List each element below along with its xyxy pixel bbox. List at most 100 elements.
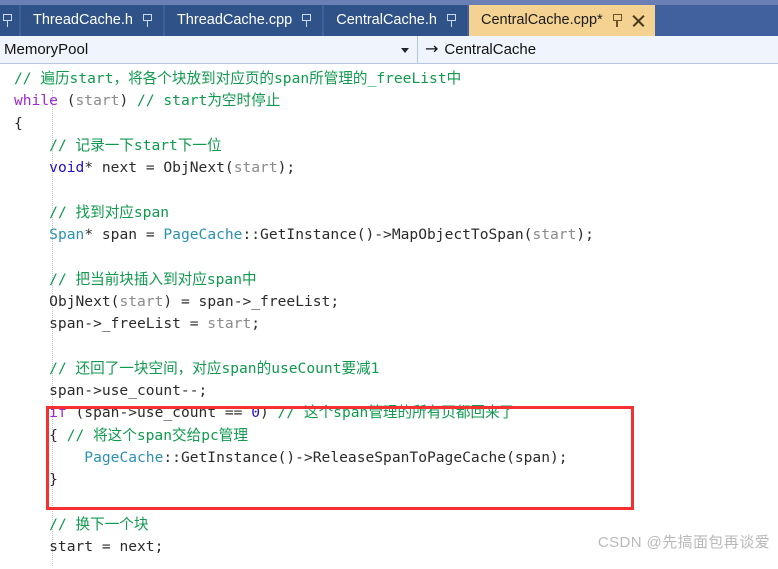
code-token: // 还回了一块空间，对应span的useCount要减1	[49, 359, 380, 377]
code-token: // 把当前块插入到对应span中	[49, 270, 257, 288]
arrow-right-icon: →	[425, 39, 439, 58]
code-line: if (span->use_count == 0) // 这个span管理的所有…	[0, 402, 778, 424]
code-token: GetInstance	[260, 226, 357, 244]
code-line: }	[0, 469, 778, 491]
code-token: (	[57, 92, 76, 110]
code-token: // 将这个span交给pc管理	[66, 426, 248, 444]
code-token: ObjNext	[49, 292, 111, 310]
code-token: // 遍历start，将各个块放到对应页的span所管理的_freeList中	[14, 70, 462, 87]
code-token: start	[532, 226, 577, 244]
code-token: next	[119, 538, 155, 556]
tab-list: ThreadCache.h ThreadCache.cpp CentralCache…	[0, 0, 655, 36]
code-line: // 找到对应span	[0, 202, 778, 224]
code-token: span->_freeList =	[14, 315, 208, 333]
navigation-bar: MemoryPool → CentralCache	[0, 36, 778, 64]
scope-dropdown-label: MemoryPool	[4, 41, 89, 58]
pin-icon[interactable]	[612, 14, 623, 27]
member-dropdown[interactable]: → CentralCache	[418, 36, 778, 63]
code-token: Span	[49, 226, 85, 244]
code-token: ObjNext	[163, 159, 225, 177]
code-token: PageCache	[163, 226, 243, 244]
code-token: start	[207, 315, 252, 333]
code-token: start	[119, 292, 164, 310]
chevron-down-icon[interactable]	[401, 47, 409, 53]
code-line: // 还回了一块空间，对应span的useCount要减1	[0, 358, 778, 380]
code-token: ::	[242, 226, 261, 244]
code-token: while	[14, 92, 58, 110]
code-token: }	[14, 471, 58, 489]
pin-icon[interactable]	[301, 14, 312, 27]
code-line: span->_freeList = start;	[0, 313, 778, 335]
code-token: MapObjectToSpan	[391, 226, 524, 244]
code-line: // 记录一下start下一位	[0, 135, 778, 157]
code-token: * span =	[84, 226, 164, 244]
code-token: ()->	[277, 449, 313, 467]
tab-label: ThreadCache.h	[33, 11, 133, 28]
code-token: (span->use_count ==	[66, 404, 252, 422]
code-token: ) = span->_freeList;	[163, 292, 340, 310]
code-text[interactable]: // 遍历start，将各个块放到对应页的span所管理的_freeList中w…	[0, 64, 778, 559]
tab-centralcache-cpp[interactable]: CentralCache.cpp*	[468, 5, 655, 36]
pin-icon[interactable]	[446, 14, 457, 27]
code-token: ::	[163, 449, 181, 467]
tab-threadcache-cpp[interactable]: ThreadCache.cpp	[164, 5, 323, 36]
tab-label: CentralCache.cpp*	[480, 11, 603, 28]
code-token: start	[233, 159, 278, 177]
code-token: )	[260, 404, 278, 422]
member-dropdown-label: CentralCache	[444, 41, 537, 58]
code-line: {	[0, 113, 778, 135]
code-editor-surface[interactable]: // 遍历start，将各个块放到对应页的span所管理的_freeList中w…	[0, 64, 778, 569]
code-line: Span* span = PageCache::GetInstance()->M…	[0, 224, 778, 246]
code-token: ()->	[356, 226, 392, 244]
code-token: start	[75, 92, 120, 110]
tab-label: ThreadCache.cpp	[176, 11, 293, 28]
code-line: PageCache::GetInstance()->ReleaseSpanToP…	[0, 447, 778, 469]
code-line: span->use_count--;	[0, 380, 778, 402]
code-token: // 找到对应span	[49, 203, 170, 221]
code-token: // 记录一下start下一位	[49, 136, 222, 154]
code-token: 0	[251, 404, 261, 422]
code-token: (	[224, 159, 234, 177]
code-line: while (start) // start为空时停止	[0, 90, 778, 112]
scope-dropdown[interactable]: MemoryPool	[0, 36, 418, 63]
code-token: {	[14, 426, 67, 444]
pin-icon[interactable]	[142, 14, 153, 27]
code-token: );	[277, 159, 296, 177]
code-token: );	[576, 226, 594, 244]
watermark-text: CSDN @先搞面包再谈爱	[597, 534, 770, 551]
tab-partial[interactable]	[0, 5, 19, 36]
code-token: span->use_count--;	[14, 382, 208, 400]
code-token: // 这个span管理的所有页都回来了	[277, 404, 515, 422]
pin-icon[interactable]	[2, 14, 13, 27]
code-token: {	[14, 114, 23, 132]
code-token: start =	[14, 538, 120, 556]
tab-strip: ThreadCache.h ThreadCache.cpp CentralCache…	[0, 0, 778, 36]
close-icon[interactable]	[632, 14, 645, 27]
code-line: void* next = ObjNext(start);	[0, 157, 778, 179]
code-token: if	[49, 404, 67, 422]
code-token: ;	[154, 538, 164, 556]
tab-threadcache-h[interactable]: ThreadCache.h	[21, 5, 163, 36]
code-token: (span);	[506, 449, 568, 467]
tab-label: CentralCache.h	[336, 11, 437, 28]
code-token: // start为空时停止	[137, 92, 281, 110]
editor-window: ThreadCache.h ThreadCache.cpp CentralCache…	[0, 0, 778, 569]
code-token: // 换下一个块	[49, 515, 149, 533]
code-line: { // 将这个span交给pc管理	[0, 425, 778, 447]
tab-centralcache-h[interactable]: CentralCache.h	[324, 5, 467, 36]
code-line: // 遍历start，将各个块放到对应页的span所管理的_freeList中	[0, 68, 778, 90]
